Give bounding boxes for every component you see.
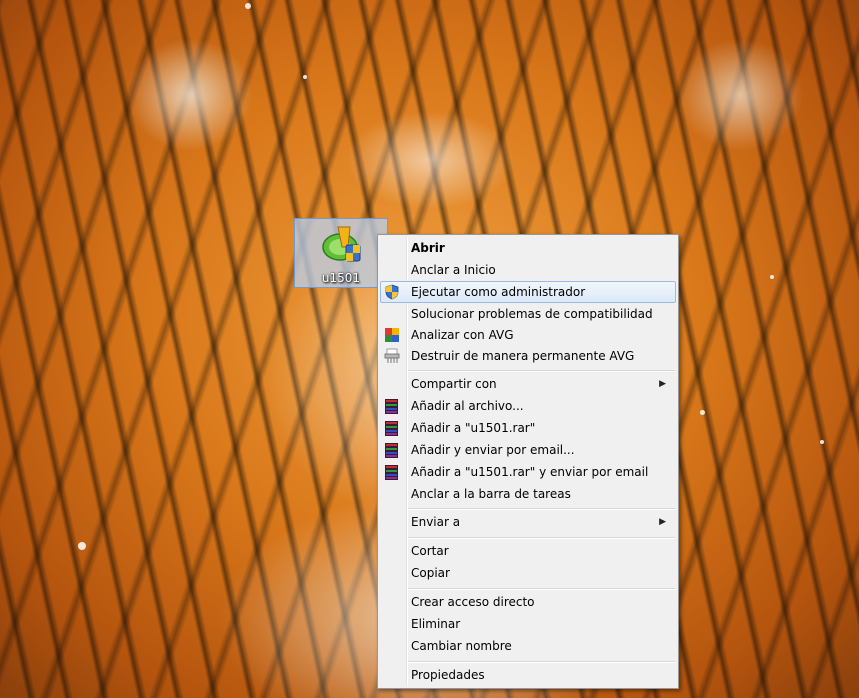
- menu-item-destruir-avg[interactable]: Destruir de manera permanente AVG: [380, 345, 676, 367]
- menu-item-label: Añadir y enviar por email...: [411, 443, 575, 457]
- snowflake-decoration: [303, 75, 307, 79]
- menu-item-label: Añadir a "u1501.rar" y enviar por email: [411, 465, 649, 479]
- menu-item-solucionar-compatibilidad[interactable]: Solucionar problemas de compatibilidad: [380, 303, 676, 325]
- menu-separator: [408, 508, 675, 510]
- desktop-background: u1501 Abrir Anclar a Inicio Ejecutar com…: [0, 0, 859, 698]
- menu-item-anclar-inicio[interactable]: Anclar a Inicio: [380, 259, 676, 281]
- menu-item-label: Propiedades: [411, 668, 485, 682]
- menu-item-label: Eliminar: [411, 617, 461, 631]
- menu-item-compartir-con[interactable]: Compartir con ▶: [380, 373, 676, 395]
- desktop-icon-u1501[interactable]: u1501: [294, 218, 388, 288]
- menu-item-anclar-barra-tareas[interactable]: Anclar a la barra de tareas: [380, 483, 676, 505]
- menu-item-label: Cambiar nombre: [411, 639, 512, 653]
- menu-item-label: Anclar a la barra de tareas: [411, 487, 571, 501]
- uac-shield-icon: [385, 284, 399, 300]
- menu-item-abrir[interactable]: Abrir: [380, 237, 676, 259]
- snowflake-decoration: [770, 275, 774, 279]
- menu-separator: [408, 661, 675, 663]
- menu-item-propiedades[interactable]: Propiedades: [380, 664, 676, 686]
- chevron-right-icon: ▶: [659, 379, 666, 389]
- menu-item-crear-acceso-directo[interactable]: Crear acceso directo: [380, 591, 676, 613]
- menu-item-label: Añadir al archivo...: [411, 399, 524, 413]
- installer-app-icon: [322, 226, 361, 262]
- shredder-icon: [384, 348, 400, 363]
- menu-item-label: Añadir a "u1501.rar": [411, 421, 536, 435]
- menu-item-label: Anclar a Inicio: [411, 263, 496, 277]
- menu-item-anadir-enviar-email[interactable]: Añadir y enviar por email...: [380, 439, 676, 461]
- menu-separator: [408, 370, 675, 372]
- menu-item-label: Crear acceso directo: [411, 595, 535, 609]
- menu-item-anadir-archivo[interactable]: Añadir al archivo...: [380, 395, 676, 417]
- menu-item-label: Destruir de manera permanente AVG: [411, 349, 635, 363]
- winrar-icon: [384, 464, 400, 480]
- menu-item-label: Solucionar problemas de compatibilidad: [411, 307, 653, 321]
- menu-item-label: Analizar con AVG: [411, 328, 514, 342]
- menu-item-label: Compartir con: [411, 377, 497, 391]
- menu-item-analizar-avg[interactable]: Analizar con AVG: [380, 324, 676, 346]
- winrar-icon: [384, 398, 400, 414]
- menu-item-label: Enviar a: [411, 515, 461, 529]
- winrar-icon: [384, 442, 400, 458]
- avg-icon: [385, 328, 399, 342]
- menu-item-anadir-rar-enviar-email[interactable]: Añadir a "u1501.rar" y enviar por email: [380, 461, 676, 483]
- menu-item-eliminar[interactable]: Eliminar: [380, 613, 676, 635]
- menu-item-label: Abrir: [411, 241, 445, 255]
- menu-item-cortar[interactable]: Cortar: [380, 540, 676, 562]
- menu-item-enviar-a[interactable]: Enviar a ▶: [380, 511, 676, 533]
- chevron-right-icon: ▶: [659, 517, 666, 527]
- snowflake-decoration: [78, 542, 86, 550]
- context-menu: Abrir Anclar a Inicio Ejecutar como admi…: [377, 234, 679, 689]
- menu-item-label: Cortar: [411, 544, 449, 558]
- snowflake-decoration: [820, 440, 824, 444]
- menu-item-copiar[interactable]: Copiar: [380, 562, 676, 584]
- menu-item-anadir-rar[interactable]: Añadir a "u1501.rar": [380, 417, 676, 439]
- menu-item-ejecutar-admin[interactable]: Ejecutar como administrador: [380, 281, 676, 303]
- snowflake-decoration: [245, 3, 251, 9]
- menu-item-cambiar-nombre[interactable]: Cambiar nombre: [380, 635, 676, 657]
- menu-item-label: Copiar: [411, 566, 450, 580]
- menu-separator: [408, 588, 675, 590]
- snowflake-decoration: [700, 410, 705, 415]
- desktop-icon-label: u1501: [321, 271, 361, 285]
- menu-item-label: Ejecutar como administrador: [411, 285, 586, 299]
- winrar-icon: [384, 420, 400, 436]
- menu-separator: [408, 537, 675, 539]
